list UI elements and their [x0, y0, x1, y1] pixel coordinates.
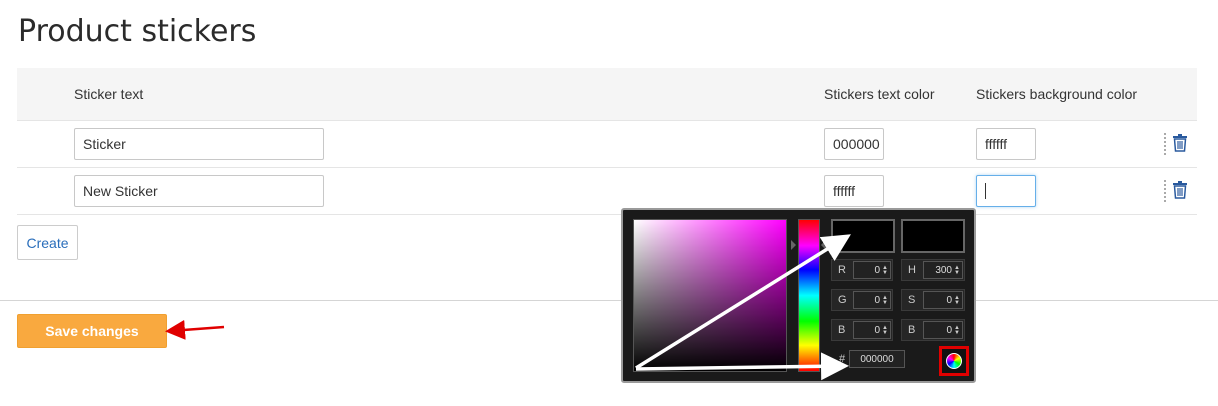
table-row: New Sticker ffffff: [17, 168, 1197, 215]
background-color-input[interactable]: ffffff: [976, 128, 1036, 160]
header-background-color: Stickers background color: [976, 86, 1138, 102]
background-color-input[interactable]: [976, 175, 1036, 207]
spinner-icon[interactable]: ▲ ▼: [954, 295, 960, 306]
create-button[interactable]: Create: [17, 225, 78, 260]
sticker-text-input[interactable]: Sticker: [74, 128, 324, 160]
color-picker-popup: R 0 ▲ ▼ G 0 ▲ ▼ B 0 ▲ ▼ H 300 ▲ ▼ S 0 ▲ ▼ B 0 ▲ ▼ # …: [621, 208, 976, 383]
brightness-input[interactable]: 0 ▲ ▼: [923, 321, 963, 339]
s-label: S: [908, 294, 916, 306]
b-value: 0: [874, 324, 880, 336]
drag-handle-icon[interactable]: [1164, 180, 1166, 202]
spinner-icon[interactable]: ▲ ▼: [954, 325, 960, 336]
r-label: R: [838, 264, 846, 276]
header-text-color: Stickers text color: [824, 86, 935, 102]
trash-icon[interactable]: [1172, 181, 1188, 199]
g-label: G: [838, 294, 847, 306]
header-sticker-text: Sticker text: [74, 86, 144, 102]
s-value: 0: [946, 294, 952, 306]
drag-handle-icon[interactable]: [1164, 133, 1166, 155]
color-wheel-button[interactable]: [939, 346, 969, 376]
sticker-text-input[interactable]: New Sticker: [74, 175, 324, 207]
spinner-icon[interactable]: ▲ ▼: [954, 265, 960, 276]
hue-pointer-right-icon: [821, 240, 826, 250]
h-label: H: [908, 264, 916, 276]
hex-input[interactable]: 000000: [849, 350, 905, 368]
save-changes-button[interactable]: Save changes: [17, 314, 167, 348]
divider: [0, 300, 1218, 301]
brightness-value: 0: [946, 324, 952, 336]
annotation-arrow-save: [165, 319, 225, 340]
g-value: 0: [874, 294, 880, 306]
g-input[interactable]: 0 ▲ ▼: [853, 291, 891, 309]
text-caret: [985, 183, 986, 199]
b-label: B: [838, 324, 846, 336]
stickers-table: Sticker text Stickers text color Sticker…: [17, 68, 1197, 215]
b-input[interactable]: 0 ▲ ▼: [853, 321, 891, 339]
hue-slider[interactable]: [798, 219, 820, 372]
r-input[interactable]: 0 ▲ ▼: [853, 261, 891, 279]
new-color-swatch: [831, 219, 895, 253]
brightness-label: B: [908, 324, 916, 336]
current-color-swatch: [901, 219, 965, 253]
table-row: Sticker 000000 ffffff: [17, 121, 1197, 168]
r-value: 0: [874, 264, 880, 276]
hex-hash-label: #: [839, 353, 846, 365]
spinner-icon[interactable]: ▲ ▼: [882, 265, 888, 276]
s-input[interactable]: 0 ▲ ▼: [923, 291, 963, 309]
text-color-input[interactable]: ffffff: [824, 175, 884, 207]
spinner-icon[interactable]: ▲ ▼: [882, 325, 888, 336]
trash-icon[interactable]: [1172, 134, 1188, 152]
color-wheel-icon: [946, 353, 962, 369]
h-value: 300: [935, 264, 952, 276]
hue-pointer-left-icon: [791, 240, 796, 250]
h-input[interactable]: 300 ▲ ▼: [923, 261, 963, 279]
text-color-input[interactable]: 000000: [824, 128, 884, 160]
table-header: Sticker text Stickers text color Sticker…: [17, 68, 1197, 121]
page-title: Product stickers: [18, 14, 257, 49]
spinner-icon[interactable]: ▲ ▼: [882, 295, 888, 306]
saturation-brightness-area[interactable]: [633, 219, 787, 372]
